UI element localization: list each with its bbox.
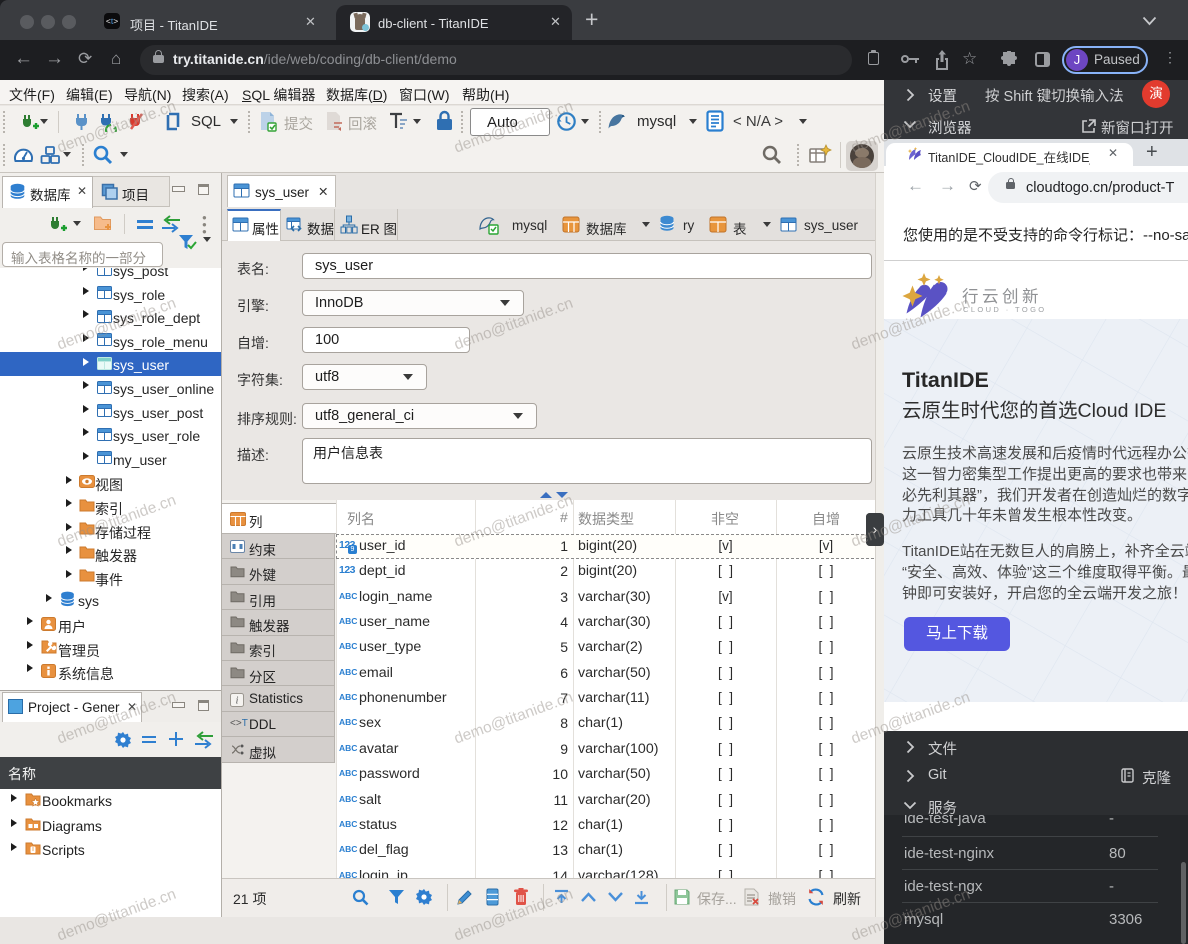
svg-text:i: i bbox=[236, 695, 239, 706]
